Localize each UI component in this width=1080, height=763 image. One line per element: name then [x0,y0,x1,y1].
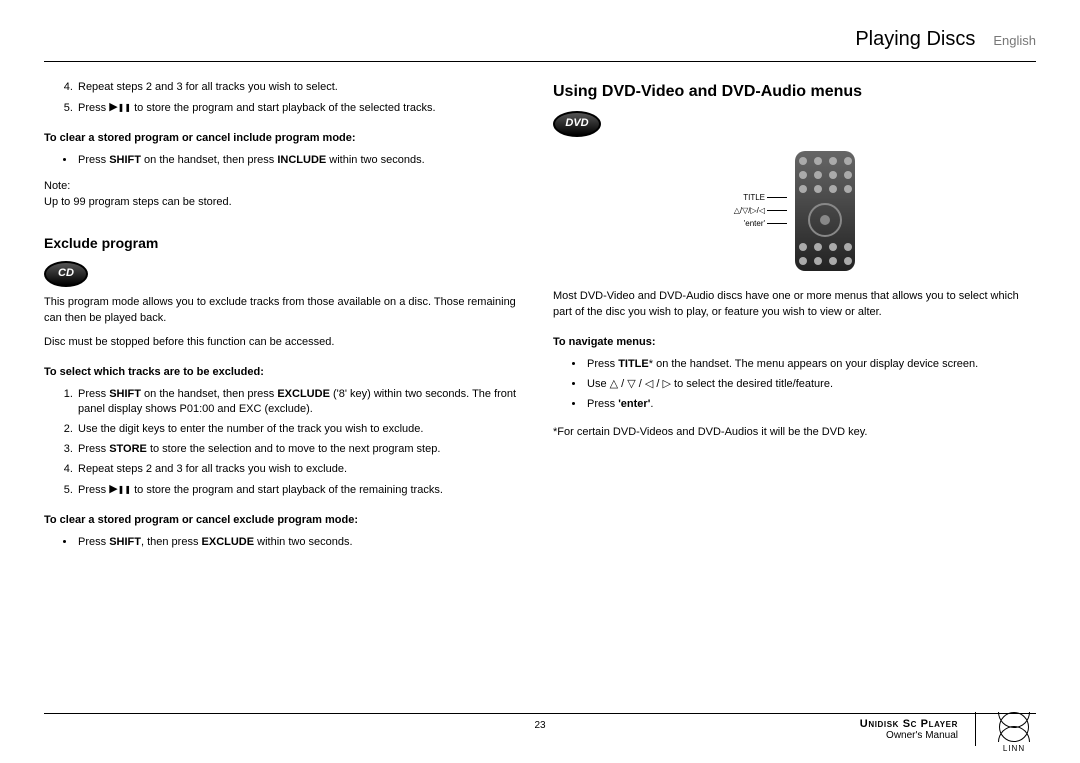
right-column: Using DVD-Video and DVD-Audio menus DVD … [553,80,1036,555]
list-item: Press ▶❚❚ to store the program and start… [76,100,527,117]
header-rule [44,61,1036,62]
dpad-arrows-icon: △ / ▽ / ◁ / ▷ [610,378,671,390]
list-item: Press SHIFT, then press EXCLUDE within t… [76,535,527,551]
navigate-menus-heading: To navigate menus: [553,335,1036,351]
left-column: Repeat steps 2 and 3 for all tracks you … [44,80,527,555]
list-item: Press TITLE* on the handset. The menu ap… [585,357,1036,373]
navigate-menus-list: Press TITLE* on the handset. The menu ap… [553,357,1036,413]
include-steps-continued: Repeat steps 2 and 3 for all tracks you … [44,80,527,117]
note-text: Up to 99 program steps can be stored. [44,195,527,211]
content-columns: Repeat steps 2 and 3 for all tracks you … [44,80,1036,555]
page-header: Playing Discs English [44,28,1036,57]
dvd-footnote: *For certain DVD-Videos and DVD-Audios i… [553,425,1036,441]
list-item: Repeat steps 2 and 3 for all tracks you … [76,80,527,96]
list-item: Use △ / ▽ / ◁ / ▷ to select the desired … [585,377,1036,393]
remote-callout-labels: TITLE △/▽/▷/◁ 'enter' [734,192,788,230]
dvd-badge-icon: DVD [553,111,601,137]
product-block: Unidisk Sc Player Owner's Manual [860,718,958,741]
brand-logo: LINN [992,712,1036,753]
note-block: Note: Up to 99 program steps can be stor… [44,179,527,211]
remote-illustration: TITLE △/▽/▷/◁ 'enter' [553,151,1036,271]
list-item: Press ▶❚❚ to store the program and start… [76,482,527,499]
select-excluded-heading: To select which tracks are to be exclude… [44,365,527,381]
section-title: Playing Discs [855,28,975,51]
list-item: Press STORE to store the selection and t… [76,442,527,458]
clear-exclude-list: Press SHIFT, then press EXCLUDE within t… [44,535,527,551]
remote-icon [795,151,855,271]
brand-name: LINN [992,744,1036,753]
linn-logo-icon [999,712,1029,742]
exclude-intro-2: Disc must be stopped before this functio… [44,335,527,351]
dvd-menus-heading: Using DVD-Video and DVD-Audio menus [553,80,1036,103]
clear-include-heading: To clear a stored program or cancel incl… [44,131,527,147]
clear-include-list: Press SHIFT on the handset, then press I… [44,153,527,169]
list-item: Press SHIFT on the handset, then press E… [76,387,527,419]
clear-exclude-heading: To clear a stored program or cancel excl… [44,513,527,529]
note-label: Note: [44,179,527,195]
page-footer: 23 Unidisk Sc Player Owner's Manual LINN [44,713,1036,745]
list-item: Press SHIFT on the handset, then press I… [76,153,527,169]
list-item: Press 'enter'. [585,397,1036,413]
footer-divider [975,712,976,746]
dvd-menus-intro: Most DVD-Video and DVD-Audio discs have … [553,289,1036,321]
list-item: Use the digit keys to enter the number o… [76,422,527,438]
product-name: Unidisk Sc Player [860,718,958,730]
manual-label: Owner's Manual [860,730,958,741]
manual-page: Playing Discs English Repeat steps 2 and… [0,0,1080,763]
play-pause-icon: ▶❚❚ [109,100,131,116]
exclude-program-heading: Exclude program [44,233,527,253]
cd-badge-icon: CD [44,261,88,287]
language-label: English [993,33,1036,48]
play-pause-icon: ▶❚❚ [109,482,131,498]
page-number: 23 [534,720,545,731]
exclude-steps: Press SHIFT on the handset, then press E… [44,387,527,500]
exclude-intro-1: This program mode allows you to exclude … [44,295,527,327]
list-item: Repeat steps 2 and 3 for all tracks you … [76,462,527,478]
